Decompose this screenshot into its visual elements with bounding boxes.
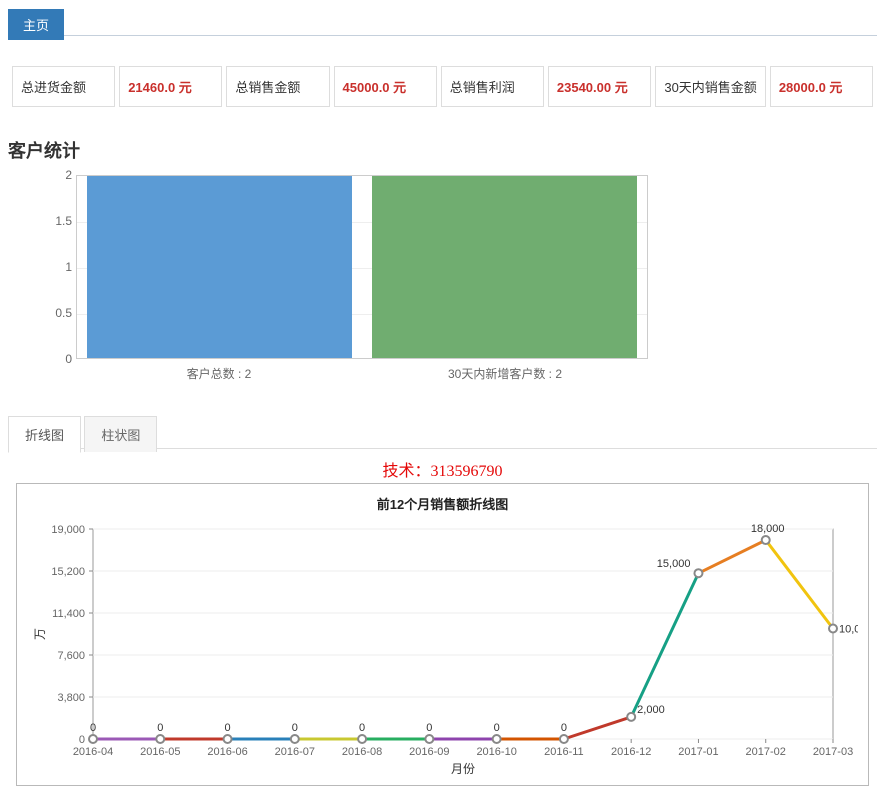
svg-text:2016-09: 2016-09 (409, 746, 449, 758)
bar-ytick: 0.5 (55, 306, 72, 320)
svg-text:月份: 月份 (450, 762, 474, 776)
svg-text:3,800: 3,800 (57, 692, 85, 704)
customer-bar-chart: 00.511.52 客户总数 : 230天内新增客户数 : 2 (38, 175, 648, 385)
svg-text:11,400: 11,400 (52, 608, 85, 620)
bar-xlabel: 客户总数 : 2 (76, 359, 362, 385)
summary-stats: 总进货金额 21460.0 元 总销售金额 45000.0 元 总销售利润 23… (8, 66, 877, 107)
svg-text:0: 0 (560, 722, 566, 734)
sales-value: 45000.0 元 (334, 66, 437, 107)
bar-ytick: 1 (65, 260, 72, 274)
watermark-text: 技术：313596790 (8, 457, 877, 481)
bar-xlabel: 30天内新增客户数 : 2 (362, 359, 648, 385)
svg-text:2016-04: 2016-04 (72, 746, 112, 758)
svg-text:2016-07: 2016-07 (274, 746, 314, 758)
svg-text:0: 0 (78, 734, 84, 746)
profit-value: 23540.00 元 (548, 66, 651, 107)
line-chart-container: 前12个月销售额折线图 0 3,800 7,600 11,400 15,200 19,00… (16, 483, 869, 786)
line-chart-title: 前12个月销售额折线图 (17, 490, 868, 519)
bar-ytick: 0 (65, 352, 72, 366)
svg-text:15,000: 15,000 (656, 558, 690, 570)
svg-text:2016-10: 2016-10 (476, 746, 516, 758)
sales-label: 总销售金额 (226, 66, 329, 107)
svg-text:2016-06: 2016-06 (207, 746, 247, 758)
svg-text:0: 0 (224, 722, 230, 734)
svg-text:2017-02: 2017-02 (745, 746, 785, 758)
svg-text:0: 0 (426, 722, 432, 734)
bar-0 (87, 176, 352, 358)
svg-text:0: 0 (157, 722, 163, 734)
svg-text:10,000: 10,000 (839, 623, 858, 635)
svg-text:0: 0 (493, 722, 499, 734)
tab-line-chart[interactable]: 折线图 (8, 416, 81, 453)
sales-line-chart: 0 3,800 7,600 11,400 15,200 19,000 2016-04 2016… (28, 519, 858, 779)
svg-text:2016-05: 2016-05 (140, 746, 180, 758)
svg-text:2016-12: 2016-12 (610, 746, 650, 758)
svg-text:万: 万 (33, 628, 47, 640)
bar-ytick: 2 (65, 168, 72, 182)
svg-text:2017-01: 2017-01 (678, 746, 718, 758)
svg-text:15,200: 15,200 (51, 566, 85, 578)
svg-text:0: 0 (291, 722, 297, 734)
svg-text:2016-08: 2016-08 (341, 746, 381, 758)
svg-text:2017-03: 2017-03 (812, 746, 852, 758)
recent-label: 30天内销售金额 (655, 66, 765, 107)
purchase-label: 总进货金额 (12, 66, 115, 107)
profit-label: 总销售利润 (441, 66, 544, 107)
svg-text:19,000: 19,000 (51, 524, 85, 536)
bar-ytick: 1.5 (55, 214, 72, 228)
customer-stats-title: 客户统计 (8, 137, 877, 163)
bar-1 (372, 176, 637, 358)
svg-text:18,000: 18,000 (750, 523, 784, 535)
chart-type-tabs: 折线图 柱状图 (8, 415, 877, 449)
page-tab-bar: 主页 (8, 8, 877, 36)
main-page-tab[interactable]: 主页 (8, 9, 64, 40)
svg-text:7,600: 7,600 (57, 650, 85, 662)
svg-text:0: 0 (89, 722, 95, 734)
recent-value: 28000.0 元 (770, 66, 873, 107)
purchase-value: 21460.0 元 (119, 66, 222, 107)
svg-text:2,000: 2,000 (637, 704, 665, 716)
tab-bar-chart[interactable]: 柱状图 (84, 416, 157, 452)
svg-text:2016-11: 2016-11 (544, 746, 584, 758)
svg-text:0: 0 (359, 722, 365, 734)
